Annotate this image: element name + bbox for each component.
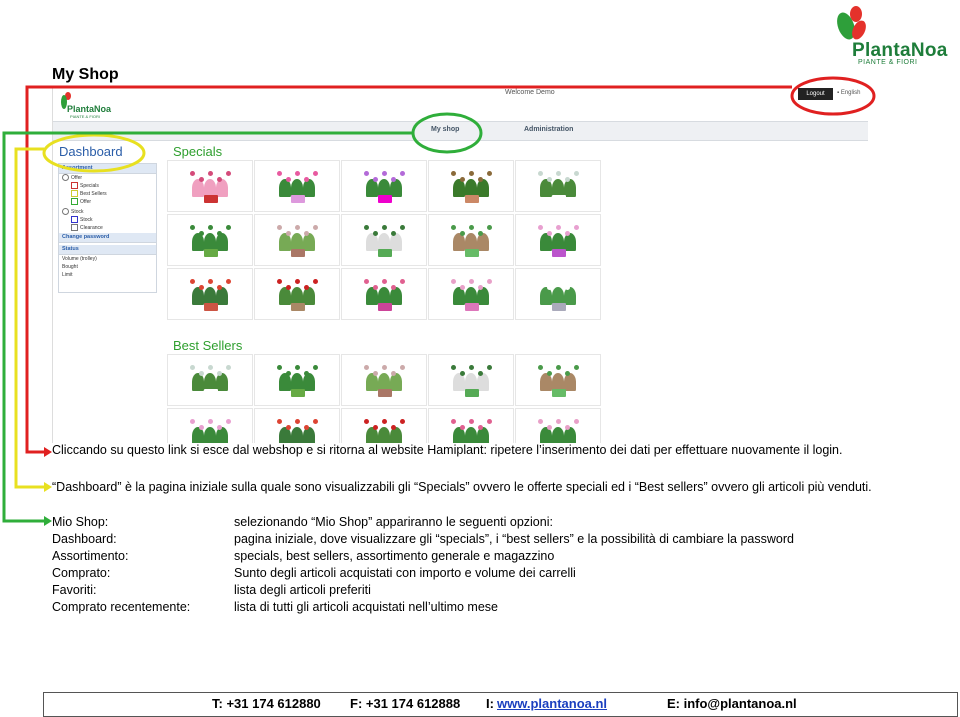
dashboard-explanation: “Dashboard” è la pagina iniziale sulla q… <box>52 480 872 494</box>
desc-comprato: Sunto degli articoli acquistati con impo… <box>234 566 576 580</box>
contact-footer: T: +31 174 612880 F: +31 174 612888 I: w… <box>43 692 958 717</box>
label-mio-shop: Mio Shop: <box>52 515 109 529</box>
footer-fax: F: +31 174 612888 <box>350 696 461 711</box>
label-comprato: Comprato: <box>52 566 111 580</box>
footer-telephone: T: +31 174 612880 <box>212 696 321 711</box>
label-comprato-recentemente: Comprato recentemente: <box>52 600 191 614</box>
footer-web-label: I: <box>486 696 494 711</box>
logout-explanation: Cliccando su questo link si esce dal web… <box>52 443 843 457</box>
desc-favoriti: lista degli articoli preferiti <box>234 583 371 597</box>
label-assortimento: Assortimento: <box>52 549 129 563</box>
desc-mio-shop: selezionando “Mio Shop” appariranno le s… <box>234 515 553 529</box>
desc-dashboard: pagina iniziale, dove visualizzare gli “… <box>234 532 794 546</box>
footer-email: E: info@plantanoa.nl <box>667 696 797 711</box>
desc-comprato-recentemente: lista di tutti gli articoli acquistati n… <box>234 600 498 614</box>
desc-assortimento: specials, best sellers, assortimento gen… <box>234 549 555 563</box>
footer-website-link[interactable]: www.plantanoa.nl <box>497 696 607 711</box>
label-dashboard: Dashboard: <box>52 532 117 546</box>
label-favoriti: Favoriti: <box>52 583 97 597</box>
